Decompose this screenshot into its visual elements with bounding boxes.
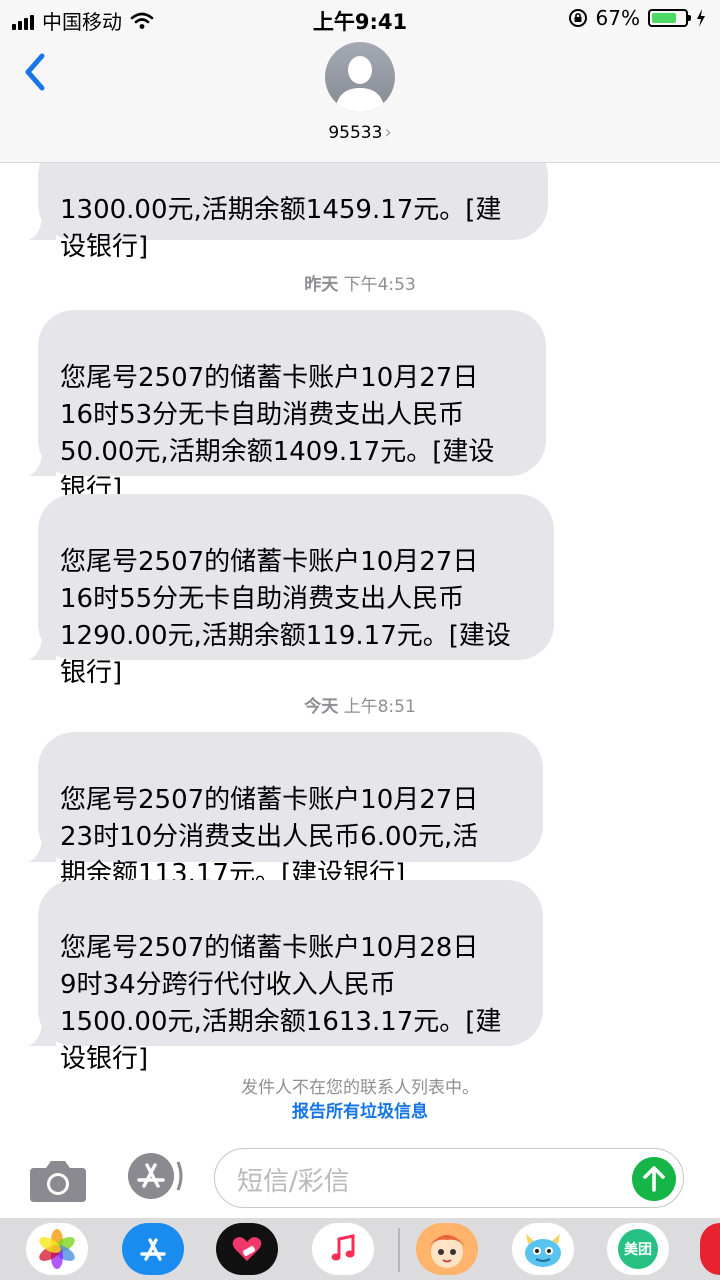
contact-avatar[interactable] [325,42,395,112]
send-arrow-icon[interactable] [632,1157,676,1201]
drawer-divider [398,1228,400,1272]
message-thread[interactable]: 1300.00元,活期余额1459.17元。[建 设银行] 昨天 下午4:53 … [0,0,720,1140]
message-text: 1300.00元,活期余额1459.17元。[建 设银行] [60,195,502,262]
message-text: 您尾号2507的储蓄卡账户10月27日 23时10分消费支出人民币6.00元,活… [60,785,479,889]
back-chevron-icon[interactable] [18,50,54,94]
message-text: 您尾号2507的储蓄卡账户10月28日 9时34分跨行代付收入人民币 1500.… [60,933,502,1074]
bubble-tail-icon [28,836,56,862]
status-bar: 中国移动 上午9:41 67% [0,0,720,40]
imessage-app-drawer: 美团 [0,1218,720,1280]
battery-icon [648,9,691,27]
photos-icon[interactable] [26,1223,88,1275]
chevron-right-icon: › [384,122,392,143]
sticker-girl-icon[interactable] [416,1223,478,1275]
app-store-icon[interactable] [122,1223,184,1275]
message-text: 您尾号2507的储蓄卡账户10月27日 16时53分无卡自助消费支出人民币 50… [60,363,495,504]
message-input[interactable]: 短信/彩信 [214,1148,684,1208]
report-junk-link[interactable]: 报告所有垃圾信息 [292,1100,428,1124]
orientation-lock-icon [568,9,587,27]
timestamp-today: 今天 上午8:51 [304,697,416,717]
meituan-label: 美团 [618,1229,658,1269]
message-bubble[interactable]: 您尾号2507的储蓄卡账户10月27日 16时55分无卡自助消费支出人民币 12… [28,494,554,688]
message-input-placeholder: 短信/彩信 [237,1167,350,1197]
bubble-tail-icon [28,634,56,660]
charging-bolt-icon [697,9,705,27]
contact-name: 95533 [328,123,383,143]
app-store-icon[interactable] [122,1152,184,1200]
message-text: 您尾号2507的储蓄卡账户10月27日 16时55分无卡自助消费支出人民币 12… [60,547,511,688]
bubble-tail-icon [28,450,56,476]
timestamp-yesterday: 昨天 下午4:53 [304,275,416,295]
compose-bar: 短信/彩信 [0,1140,720,1220]
bubble-tail-icon [28,214,56,240]
sticker-monster-icon[interactable] [512,1223,574,1275]
message-bubble[interactable]: 您尾号2507的储蓄卡账户10月27日 23时10分消费支出人民币6.00元,活… [28,732,543,889]
message-bubble[interactable]: 您尾号2507的储蓄卡账户10月28日 9时34分跨行代付收入人民币 1500.… [28,880,543,1074]
notice-text: 发件人不在您的联系人列表中。 [241,1078,479,1098]
digital-touch-icon[interactable] [216,1223,278,1275]
person-silhouette-icon [335,56,385,112]
unknown-sender-notice: 发件人不在您的联系人列表中。 报告所有垃圾信息 [0,1076,720,1124]
bubble-tail-icon [28,1020,56,1046]
more-app-icon[interactable] [700,1223,720,1275]
message-bubble[interactable]: 您尾号2507的储蓄卡账户10月27日 16时53分无卡自助消费支出人民币 50… [28,310,546,504]
contact-name-button[interactable]: 95533 › [0,122,720,143]
battery-percent: 67% [595,6,640,30]
camera-icon[interactable] [28,1156,88,1204]
music-icon[interactable] [312,1223,374,1275]
meituan-icon[interactable]: 美团 [607,1223,669,1275]
